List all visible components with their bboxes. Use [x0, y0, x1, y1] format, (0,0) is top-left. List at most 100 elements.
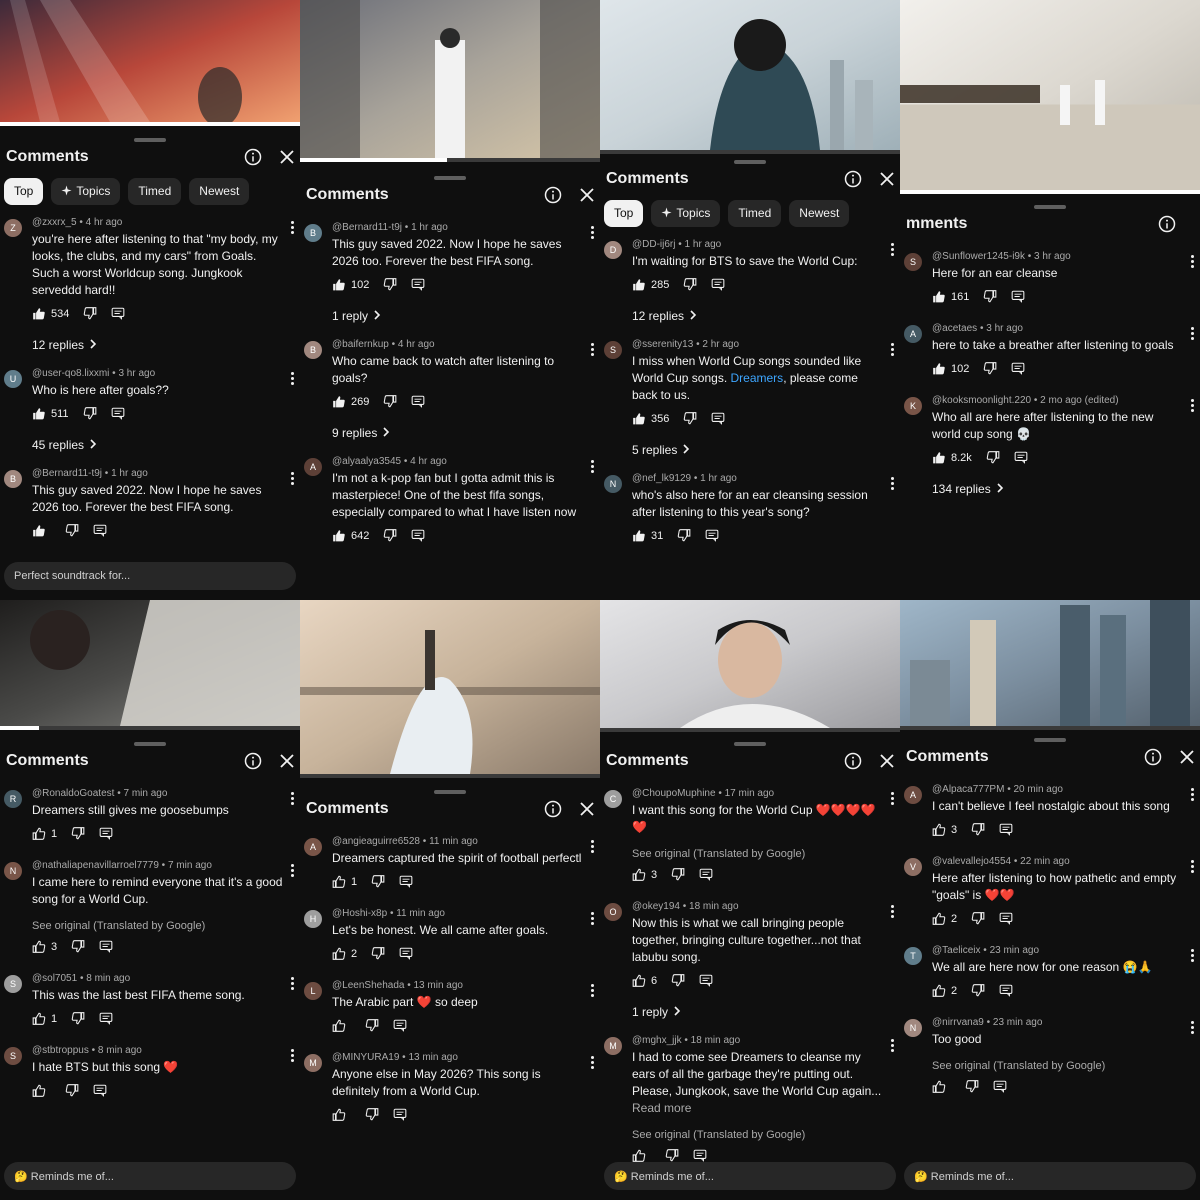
video-player[interactable]: [600, 0, 900, 150]
comment-author[interactable]: @user-qo8.lixxmi: [32, 368, 109, 379]
more-vert-icon[interactable]: [591, 912, 594, 927]
avatar[interactable]: A: [904, 325, 922, 343]
dislike-button[interactable]: [971, 912, 985, 925]
like-button[interactable]: 642: [332, 529, 369, 542]
like-button[interactable]: 161: [932, 290, 969, 303]
comment-author[interactable]: @Sunflower1245-i9k: [932, 251, 1025, 262]
comment-author[interactable]: @sserenity13: [632, 339, 693, 350]
video-player[interactable]: [300, 600, 600, 774]
more-vert-icon[interactable]: [291, 372, 294, 387]
like-button[interactable]: 534: [32, 307, 69, 320]
comment-author[interactable]: @RonaldoGoatest: [32, 788, 114, 799]
more-vert-icon[interactable]: [591, 226, 594, 241]
chip-newest[interactable]: Newest: [789, 200, 850, 227]
reply-button[interactable]: [699, 868, 713, 881]
avatar[interactable]: M: [604, 1037, 622, 1055]
chip-top[interactable]: Top: [4, 178, 44, 205]
video-progress-bar[interactable]: [900, 726, 1200, 730]
like-button[interactable]: 3: [632, 868, 657, 881]
see-original-link[interactable]: See original (Translated by Google): [32, 920, 284, 932]
more-vert-icon[interactable]: [291, 1049, 294, 1064]
dislike-button[interactable]: [371, 875, 385, 888]
dislike-button[interactable]: [971, 823, 985, 836]
avatar[interactable]: C: [604, 790, 622, 808]
avatar[interactable]: V: [904, 858, 922, 876]
reply-button[interactable]: [99, 940, 113, 953]
more-vert-icon[interactable]: [591, 984, 594, 999]
dislike-button[interactable]: [383, 395, 397, 408]
avatar[interactable]: S: [4, 975, 22, 993]
info-icon[interactable]: [1158, 215, 1176, 233]
more-vert-icon[interactable]: [1191, 1021, 1194, 1036]
video-progress-bar[interactable]: [300, 774, 600, 778]
avatar[interactable]: O: [604, 903, 622, 921]
avatar[interactable]: B: [4, 470, 22, 488]
avatar[interactable]: B: [304, 341, 322, 359]
reply-button[interactable]: [1011, 362, 1025, 375]
avatar[interactable]: S: [604, 341, 622, 359]
like-button[interactable]: 1: [32, 1012, 57, 1025]
comment-compose-input[interactable]: 🤔 Reminds me of...: [604, 1162, 896, 1190]
reply-button[interactable]: [393, 1019, 407, 1032]
avatar[interactable]: A: [904, 786, 922, 804]
more-vert-icon[interactable]: [291, 864, 294, 879]
comment-author[interactable]: @Bernard11-t9j: [332, 222, 402, 233]
video-progress-bar[interactable]: [600, 150, 900, 154]
comment-author[interactable]: @okey194: [632, 901, 680, 912]
video-player[interactable]: [900, 600, 1200, 726]
like-button[interactable]: 102: [332, 278, 369, 291]
avatar[interactable]: N: [604, 475, 622, 493]
view-replies-button[interactable]: 12 replies: [632, 309, 884, 323]
like-button[interactable]: 356: [632, 412, 669, 425]
comment-author[interactable]: @acetaes: [932, 323, 977, 334]
avatar[interactable]: R: [4, 790, 22, 808]
reply-button[interactable]: [705, 529, 719, 542]
avatar[interactable]: H: [304, 910, 322, 928]
reply-button[interactable]: [99, 1012, 113, 1025]
reply-button[interactable]: [99, 827, 113, 840]
comment-author[interactable]: @Alpaca777PM: [932, 784, 1004, 795]
reply-button[interactable]: [411, 395, 425, 408]
more-vert-icon[interactable]: [591, 840, 594, 855]
dislike-button[interactable]: [65, 1084, 79, 1097]
more-vert-icon[interactable]: [891, 343, 894, 358]
more-vert-icon[interactable]: [1191, 327, 1194, 342]
info-icon[interactable]: [844, 170, 862, 188]
video-player[interactable]: [300, 0, 600, 158]
reply-button[interactable]: [393, 1108, 407, 1121]
like-button[interactable]: [932, 1080, 951, 1093]
info-icon[interactable]: [244, 148, 262, 166]
video-player[interactable]: [0, 600, 300, 726]
video-progress-bar[interactable]: [900, 190, 1200, 194]
like-button[interactable]: [632, 1149, 651, 1162]
like-button[interactable]: 285: [632, 278, 669, 291]
dislike-button[interactable]: [83, 407, 97, 420]
like-button[interactable]: [332, 1019, 351, 1032]
more-vert-icon[interactable]: [891, 477, 894, 492]
reply-button[interactable]: [699, 974, 713, 987]
chip-topics[interactable]: Topics: [51, 178, 121, 205]
more-vert-icon[interactable]: [591, 343, 594, 358]
reply-button[interactable]: [711, 278, 725, 291]
dislike-button[interactable]: [365, 1019, 379, 1032]
comment-author[interactable]: @valevallejo4554: [932, 856, 1011, 867]
reply-button[interactable]: [999, 912, 1013, 925]
dislike-button[interactable]: [383, 529, 397, 542]
comment-author[interactable]: @mghx_jjk: [632, 1035, 682, 1046]
like-button[interactable]: 3: [32, 940, 57, 953]
video-progress-bar[interactable]: [0, 726, 300, 730]
view-replies-button[interactable]: 9 replies: [332, 426, 584, 440]
avatar[interactable]: K: [904, 397, 922, 415]
video-progress-bar[interactable]: [600, 728, 900, 732]
dislike-button[interactable]: [677, 529, 691, 542]
read-more-link[interactable]: Read more: [632, 1101, 691, 1115]
avatar[interactable]: L: [304, 982, 322, 1000]
close-icon[interactable]: [1180, 750, 1194, 764]
view-replies-button[interactable]: 45 replies: [32, 438, 284, 452]
dislike-button[interactable]: [371, 947, 385, 960]
video-player[interactable]: [600, 600, 900, 728]
close-icon[interactable]: [880, 172, 894, 186]
like-button[interactable]: 1: [32, 827, 57, 840]
dislike-button[interactable]: [383, 278, 397, 291]
close-icon[interactable]: [280, 150, 294, 164]
